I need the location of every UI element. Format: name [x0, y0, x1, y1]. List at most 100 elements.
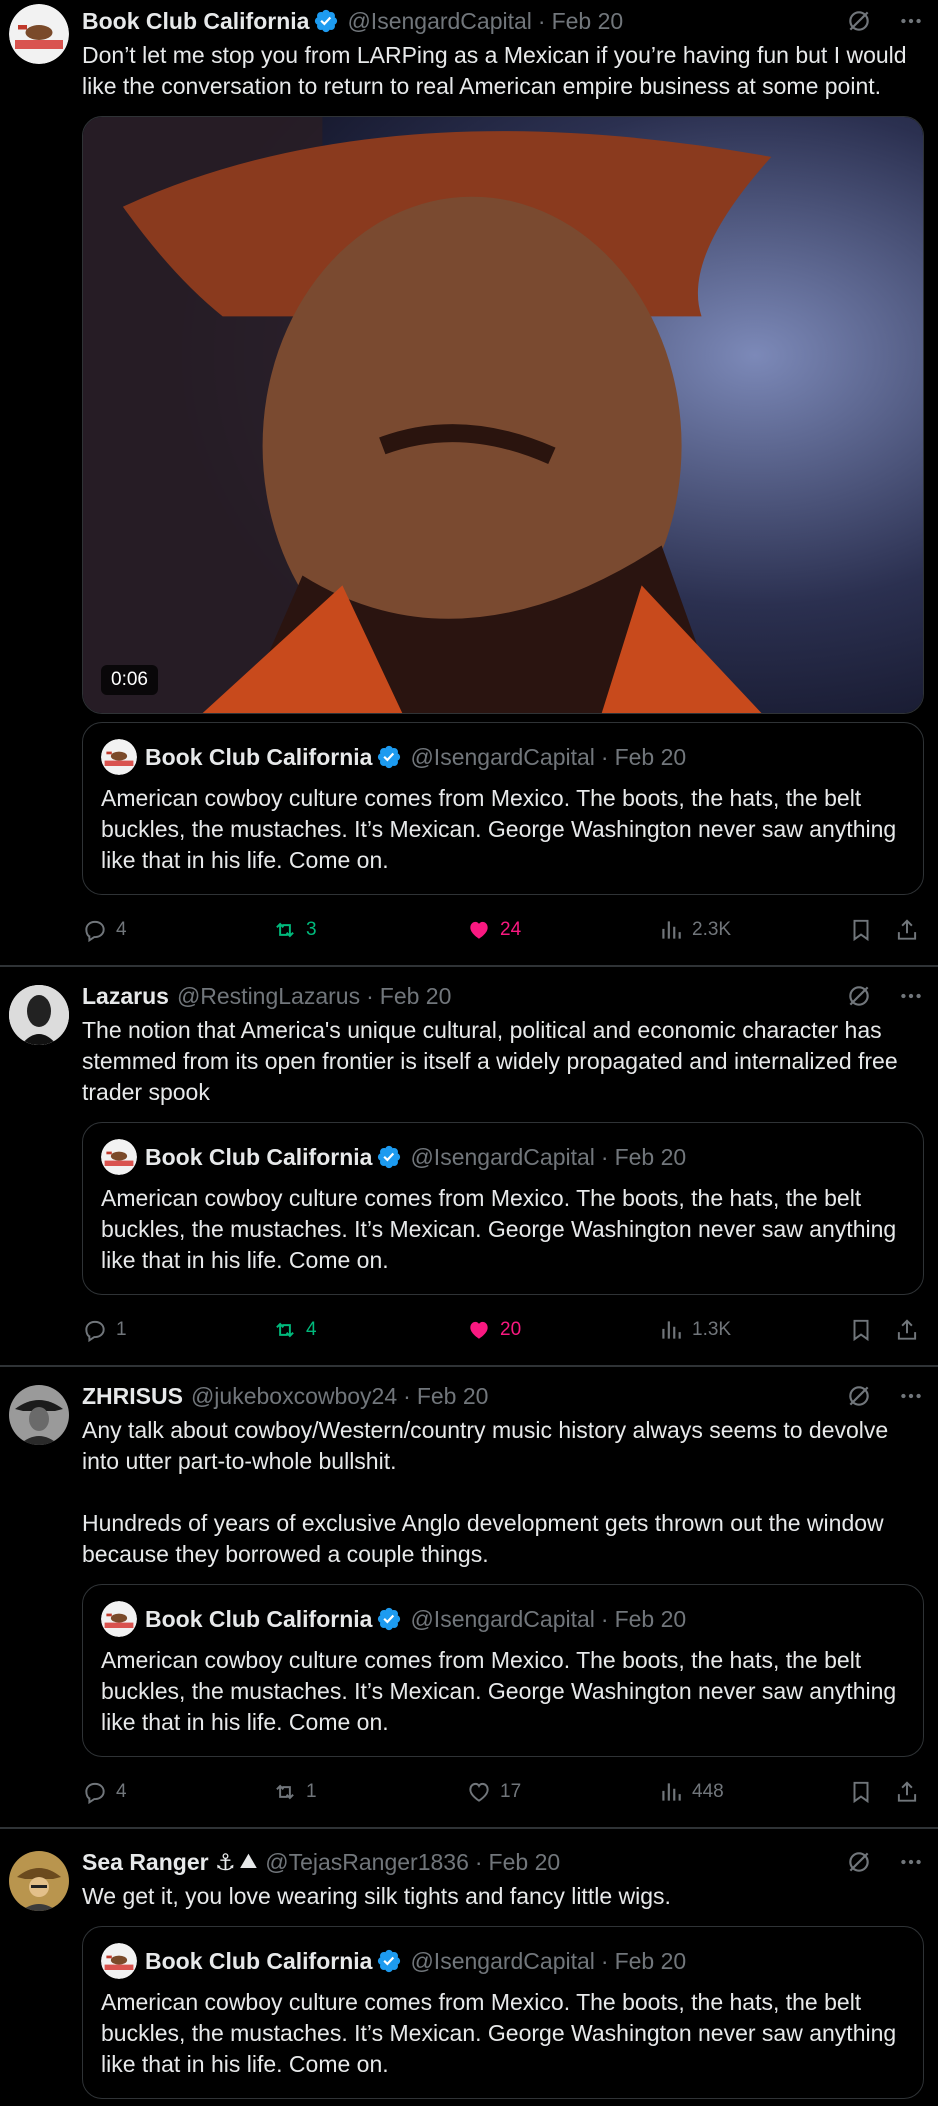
share-icon [894, 917, 920, 943]
author-name[interactable]: Book Club California [82, 8, 309, 35]
separator-dot: · [403, 1382, 411, 1409]
reply-icon [82, 917, 108, 943]
repost-count: 4 [306, 1319, 317, 1340]
separator-dot: · [366, 982, 374, 1009]
tweet-time[interactable]: Feb 20 [552, 8, 624, 35]
quote-tweet[interactable]: Book Club California @IsengardCapital · … [82, 1926, 924, 2099]
mountain-emoji-icon: ⛰ [239, 1850, 258, 1873]
verified-badge-icon [376, 1144, 402, 1170]
repost-count: 3 [306, 919, 317, 940]
verified-badge-icon [376, 1948, 402, 1974]
bear-flag-avatar-icon [101, 1601, 137, 1637]
author-handle[interactable]: @IsengardCapital [347, 8, 531, 35]
tweet-time[interactable]: Feb 20 [489, 1849, 561, 1876]
avatar[interactable] [9, 4, 69, 64]
tweet[interactable]: ZHRISUS @jukeboxcowboy24 · Feb 20 Any ta… [0, 1367, 938, 1827]
author-name[interactable]: Lazarus [82, 983, 169, 1010]
tweet-text: We get it, you love wearing silk tights … [82, 1883, 671, 1909]
separator-dot: · [600, 743, 609, 770]
tweet[interactable]: Book Club California @IsengardCapital · … [0, 0, 938, 965]
bookmark-button[interactable] [848, 917, 874, 943]
like-button[interactable]: 24 [466, 917, 521, 943]
avatar[interactable] [9, 985, 69, 1045]
bear-flag-avatar-icon [101, 1139, 137, 1175]
like-icon [466, 1317, 492, 1343]
quote-author-handle: @IsengardCapital [410, 1605, 595, 1632]
repost-button[interactable]: 3 [272, 917, 317, 943]
share-icon [894, 1779, 920, 1805]
video-player[interactable]: 0:06 [82, 116, 924, 714]
tweet[interactable]: Sea Ranger ⚓ ⛰ @TejasRanger1836 · Feb 20… [0, 1829, 938, 2099]
separator-dot: · [537, 7, 546, 34]
quote-time: Feb 20 [614, 1605, 687, 1632]
more-icon[interactable] [898, 1849, 924, 1875]
like-count: 17 [500, 1781, 522, 1802]
tweet-actions: 4 1 17 448 [82, 1757, 938, 1827]
tweet[interactable]: Lazarus @RestingLazarus · Feb 20 The not… [0, 967, 938, 1365]
views-button[interactable]: 2.3K [658, 917, 731, 943]
more-icon[interactable] [898, 983, 924, 1009]
more-icon[interactable] [898, 1383, 924, 1409]
view-count: 2.3K [692, 919, 732, 940]
grok-icon[interactable] [846, 1849, 872, 1875]
video-duration: 0:06 [101, 665, 158, 695]
views-button[interactable]: 1.3K [658, 1317, 731, 1343]
quote-tweet[interactable]: Book Club California @IsengardCapital · … [82, 1584, 924, 1757]
quote-author-handle: @IsengardCapital [410, 1143, 595, 1170]
bookmark-icon [848, 1317, 874, 1343]
author-handle[interactable]: @RestingLazarus [177, 983, 360, 1010]
like-button[interactable]: 17 [466, 1779, 521, 1805]
avatar[interactable] [9, 1851, 69, 1911]
like-button[interactable]: 20 [466, 1317, 521, 1343]
ranger-cartoon-avatar-icon [9, 1851, 69, 1911]
bookmark-button[interactable] [848, 1317, 874, 1343]
author-handle[interactable]: @jukeboxcowboy24 [191, 1383, 397, 1410]
quote-author-handle: @IsengardCapital [410, 1947, 595, 1974]
grok-icon[interactable] [846, 1383, 872, 1409]
reply-button[interactable]: 1 [82, 1317, 127, 1343]
separator-dot: · [600, 1947, 609, 1974]
reply-button[interactable]: 4 [82, 917, 127, 943]
separator-dot: · [474, 1848, 483, 1875]
view-count: 1.3K [692, 1319, 732, 1340]
views-button[interactable]: 448 [658, 1779, 724, 1805]
quote-avatar [101, 1943, 137, 1979]
reply-icon [82, 1779, 108, 1805]
views-icon [658, 1779, 684, 1805]
like-count: 20 [500, 1319, 522, 1340]
repost-button[interactable]: 1 [272, 1779, 317, 1805]
avatar[interactable] [9, 1385, 69, 1445]
tweet-time[interactable]: Feb 20 [417, 1383, 489, 1410]
quote-time: Feb 20 [614, 1143, 687, 1170]
quote-text: American cowboy culture comes from Mexic… [101, 785, 897, 873]
share-icon [894, 1317, 920, 1343]
tweet-text: Any talk about cowboy/Western/country mu… [82, 1417, 889, 1567]
bear-flag-avatar-icon [101, 739, 137, 775]
more-icon[interactable] [898, 8, 924, 34]
share-button[interactable] [894, 917, 920, 943]
reply-button[interactable]: 4 [82, 1779, 127, 1805]
tweet-time[interactable]: Feb 20 [380, 983, 452, 1010]
repost-count: 1 [306, 1781, 317, 1802]
share-button[interactable] [894, 1317, 920, 1343]
author-name[interactable]: ZHRISUS [82, 1383, 183, 1410]
quote-time: Feb 20 [614, 1947, 687, 1974]
quote-author-handle: @IsengardCapital [410, 743, 595, 770]
like-count: 24 [500, 919, 522, 940]
quote-tweet[interactable]: Book Club California @IsengardCapital · … [82, 722, 924, 895]
cowboy-portrait-avatar-icon [9, 1385, 69, 1445]
author-name[interactable]: Sea Ranger ⚓ [82, 1849, 236, 1876]
grok-icon[interactable] [846, 983, 872, 1009]
bookmark-icon [848, 917, 874, 943]
quote-author-name: Book Club California [145, 1947, 373, 1974]
quote-author-name: Book Club California [145, 1605, 373, 1632]
share-button[interactable] [894, 1779, 920, 1805]
repost-button[interactable]: 4 [272, 1317, 317, 1343]
reply-icon [82, 1317, 108, 1343]
grok-icon[interactable] [846, 8, 872, 34]
quote-tweet[interactable]: Book Club California @IsengardCapital · … [82, 1122, 924, 1295]
bookmark-button[interactable] [848, 1779, 874, 1805]
repost-icon [272, 917, 298, 943]
tweet-actions: 1 4 20 1.3K [82, 1295, 938, 1365]
author-handle[interactable]: @TejasRanger1836 [265, 1849, 469, 1876]
